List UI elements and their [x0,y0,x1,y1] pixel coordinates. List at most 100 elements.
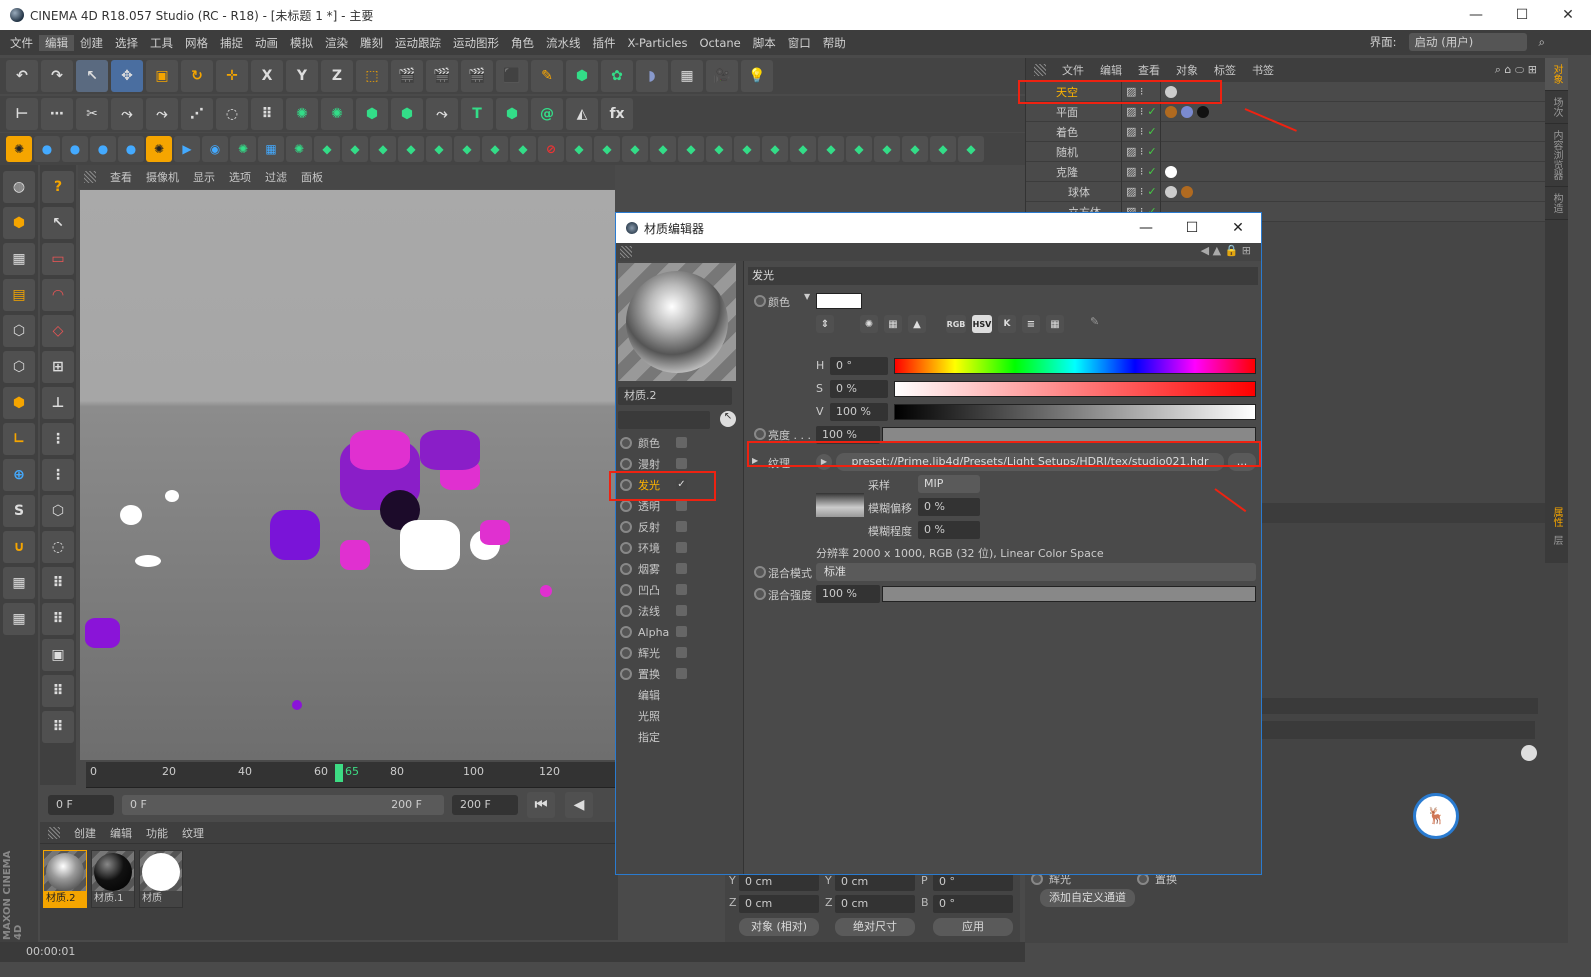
blend-mode-dropdown[interactable]: 标准 [816,563,1256,581]
tool-icon[interactable]: ⋮ [42,459,74,491]
apply-button[interactable]: 应用 [933,918,1013,936]
playhead[interactable] [335,764,343,782]
om-menu-bookmarks[interactable]: 书签 [1252,62,1274,78]
channel-checkbox-checked[interactable]: ✓ [676,479,687,490]
xp-icon[interactable]: ◆ [818,136,844,162]
viewport-menu-display[interactable]: 显示 [193,169,215,185]
pen-button[interactable]: ✎ [531,60,563,92]
viewport-menu-panel[interactable]: 面板 [301,169,323,185]
xp-icon[interactable]: ◆ [734,136,760,162]
xp-icon[interactable]: ◆ [426,136,452,162]
tool-icon[interactable]: ⤳ [111,98,143,130]
tab-attributes[interactable]: 属性 [1545,503,1568,531]
cloner-button[interactable]: ✿ [601,60,633,92]
tag-icon[interactable] [1181,185,1193,198]
tool-icon[interactable]: ⠿ [42,603,74,635]
mode-icon[interactable]: ◍ [3,171,35,203]
tool-icon[interactable]: ⋰ [181,98,213,130]
channel-checkbox[interactable] [676,437,687,448]
tool-icon[interactable]: ✺ [286,98,318,130]
xp-icon[interactable]: ◆ [930,136,956,162]
channel-checkbox[interactable] [676,668,687,679]
brightness-slider[interactable] [882,427,1256,443]
tool-icon[interactable]: ✺ [321,98,353,130]
swatches-icon[interactable]: ▦ [1046,315,1064,333]
menu-plugins[interactable]: 插件 [587,35,622,51]
object-row-sphere[interactable]: 球体 ▨ ⁝ ✓ [1026,181,1545,202]
radio-icon[interactable] [754,566,766,578]
add-custom-channel-button[interactable]: 添加自定义通道 [1040,889,1135,907]
object-flags[interactable]: ▨ ⁝✓ [1121,181,1161,202]
xp-icon[interactable]: ◆ [874,136,900,162]
channel-checkbox[interactable] [676,563,687,574]
material-swatch[interactable]: 材质.1 [91,850,135,908]
menu-mograph[interactable]: 运动图形 [447,35,505,51]
xp-icon[interactable]: ◆ [370,136,396,162]
pick-icon[interactable] [1521,745,1537,761]
axis-icon[interactable]: ∟ [3,423,35,455]
cube-button[interactable]: ⬛ [496,60,528,92]
rect-select-icon[interactable]: ▭ [42,243,74,275]
render-settings-button[interactable]: 🎬 [461,60,493,92]
tag-icon[interactable] [1165,105,1177,118]
camera-button[interactable]: 🎥 [706,60,738,92]
xp-icon[interactable]: ◆ [482,136,508,162]
tab-structure[interactable]: 构造 [1545,187,1568,220]
xp-icon[interactable]: ▶ [174,136,200,162]
channel-checkbox[interactable] [676,584,687,595]
nav-arrows-icon[interactable]: ◀ ▲ 🔒 ⊞ [1201,244,1251,257]
xp-icon[interactable]: ▦ [258,136,284,162]
viewport-menu-filter[interactable]: 过滤 [265,169,287,185]
menu-snap[interactable]: 捕捉 [214,35,249,51]
menu-edit[interactable]: 编辑 [39,34,74,51]
y-axis-button[interactable]: Y [286,60,318,92]
blur-offset-field[interactable]: 0 % [918,498,980,516]
menu-pipeline[interactable]: 流水线 [540,35,587,51]
xp-icon[interactable]: ◆ [454,136,480,162]
z-axis-button[interactable]: Z [321,60,353,92]
eyedropper-icon[interactable]: ✎ [1090,315,1099,333]
tool-icon[interactable]: ⋮ [42,423,74,455]
tool-icon[interactable]: ⠿ [251,98,283,130]
polygon-select-icon[interactable]: ◇ [42,315,74,347]
channel-bump[interactable]: 凹凸 [620,580,687,600]
menu-sculpt[interactable]: 雕刻 [354,35,389,51]
3d-viewport[interactable] [80,190,615,760]
xp-icon[interactable]: ✺ [6,136,32,162]
menu-x-particles[interactable]: X-Particles [622,36,694,50]
tool-icon[interactable]: ⤳ [426,98,458,130]
tool-icon[interactable]: ⠿ [42,675,74,707]
size-z-field[interactable]: 0 cm [835,895,915,913]
menu-mesh[interactable]: 网格 [179,35,214,51]
xp-icon[interactable]: ◆ [790,136,816,162]
object-row-random[interactable]: 随机 ▨ ⁝ ✓ [1026,141,1545,162]
texture-path-button[interactable]: preset://Prime.lib4d/Presets/Light Setup… [836,453,1224,471]
om-menu-objects[interactable]: 对象 [1176,62,1198,78]
channel-fog[interactable]: 烟雾 [620,559,687,579]
menu-file[interactable]: 文件 [4,35,39,51]
tag-icon[interactable] [1181,105,1193,118]
xp-icon[interactable]: ◆ [846,136,872,162]
search-icon[interactable]: ⌕ ⌂ ⬭ ⊞ [1495,63,1537,77]
xp-icon[interactable]: ✺ [230,136,256,162]
mixer-icon[interactable]: ≡ [1022,315,1040,333]
object-row-sky[interactable]: 天空 ▨ ⁝ [1026,81,1545,102]
xp-icon[interactable]: ● [62,136,88,162]
channel-checkbox[interactable] [676,542,687,553]
size-mode-dropdown[interactable]: 绝对尺寸 [835,918,915,936]
light-button[interactable]: 💡 [741,60,773,92]
channel-displacement[interactable]: 置换 [620,664,687,684]
frame-range-slider[interactable]: 0 F 200 F [122,795,444,815]
color-swatch[interactable] [816,293,862,309]
rotation-p-field[interactable]: 0 ° [933,873,1013,891]
om-menu-tags[interactable]: 标签 [1214,62,1236,78]
value-field[interactable]: 100 % [830,403,888,421]
menu-simulate[interactable]: 模拟 [284,35,319,51]
menu-tools[interactable]: 工具 [144,35,179,51]
xp-icon[interactable]: ● [118,136,144,162]
tweak-icon[interactable]: ⊕ [3,459,35,491]
xp-icon[interactable]: ◆ [678,136,704,162]
grid-icon[interactable]: ▦ [3,603,35,635]
xp-icon[interactable]: ◉ [202,136,228,162]
xp-icon[interactable]: ● [34,136,60,162]
